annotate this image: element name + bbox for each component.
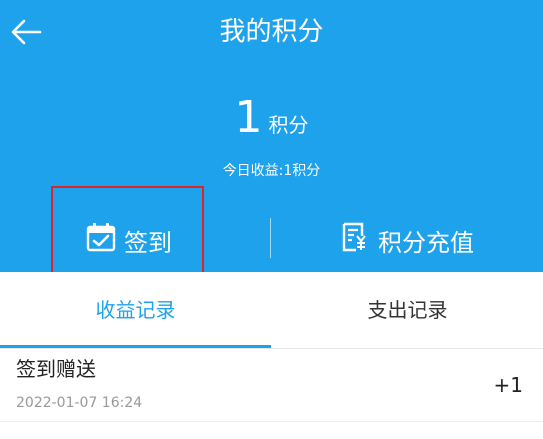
points-unit: 积分	[268, 113, 309, 137]
action-divider	[270, 218, 271, 258]
recharge-button[interactable]: 积分充值	[340, 212, 474, 268]
page-title: 我的积分	[219, 17, 324, 47]
yen-receipt-icon	[340, 222, 378, 258]
list-item[interactable]: 签到赠送 2022-01-07 16:24 +1	[0, 349, 543, 422]
today-income: 今日收益:1积分	[222, 163, 321, 179]
tab-expense-records[interactable]: 支出记录	[272, 272, 543, 348]
record-tabs: 收益记录 支出记录	[0, 272, 543, 349]
points-value: 1	[234, 92, 263, 143]
points-balance: 1 积分	[0, 92, 543, 144]
record-title: 签到赠送	[16, 357, 96, 381]
active-tab-indicator	[0, 345, 271, 348]
tab-income-records[interactable]: 收益记录	[0, 272, 271, 348]
record-amount: +1	[493, 373, 523, 397]
header: 我的积分 1 积分 今日收益:1积分 签到 积分充值	[0, 0, 543, 272]
calendar-check-icon	[86, 222, 124, 258]
recharge-label: 积分充值	[378, 228, 474, 257]
signin-label: 签到	[124, 228, 172, 257]
record-time: 2022-01-07 16:24	[16, 395, 143, 411]
signin-button[interactable]: 签到	[86, 212, 172, 268]
